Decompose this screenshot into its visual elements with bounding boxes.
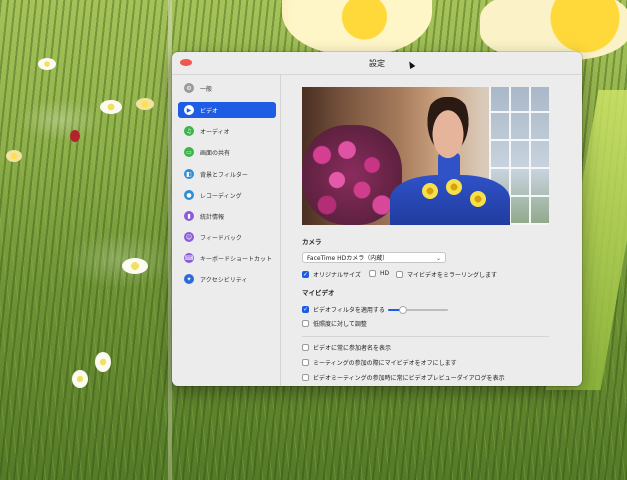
sidebar-item-label: 背景とフィルター: [200, 171, 248, 179]
video-camera-icon: ▶: [184, 105, 194, 115]
statistics-icon: ▮: [184, 211, 194, 221]
camera-preview: [302, 87, 549, 225]
divider: [302, 336, 549, 337]
original-size-label: オリジナルサイズ: [313, 272, 361, 279]
accessibility-icon: ✦: [184, 274, 194, 284]
mirror-video-checkbox[interactable]: [396, 271, 403, 278]
preview-flowers: [302, 125, 402, 225]
mirror-video-option[interactable]: マイビデオをミラーリングします: [396, 270, 497, 279]
show-names-checkbox[interactable]: [302, 344, 309, 351]
mirror-video-label: マイビデオをミラーリングします: [407, 272, 498, 279]
flower: [136, 98, 154, 110]
headphones-icon: ♫: [184, 126, 194, 136]
show-names-option[interactable]: ビデオに常に参加者名を表示: [302, 343, 391, 352]
camera-select-value: FaceTime HDカメラ（内蔵）: [307, 255, 389, 262]
sidebar-item[interactable]: ◧ 背景とフィルター: [178, 166, 276, 182]
sidebar-item-label: レコーディング: [200, 192, 242, 200]
turn-off-video-label: ミーティングの参加の際にマイビデオをオフにします: [313, 360, 457, 367]
sidebar-item[interactable]: ● レコーディング: [178, 187, 276, 203]
sidebar-item-label: フィードバック: [200, 234, 242, 242]
daffodil-flower: [480, 0, 627, 60]
sidebar-item-label: ビデオ: [200, 107, 219, 115]
preview-dialog-label: ビデオミーティングの参加時に常にビデオプレビューダイアログを表示: [313, 375, 505, 382]
flower: [100, 100, 122, 114]
preview-daffodil: [422, 183, 438, 199]
sidebar-item-label: アクセシビリティ: [200, 276, 248, 284]
sidebar-item-label: キーボードショートカット: [200, 255, 273, 263]
background-icon: ◧: [184, 169, 194, 179]
flower: [6, 150, 22, 162]
sidebar-item[interactable]: ♫ オーディオ: [178, 123, 276, 139]
flower: [38, 58, 56, 70]
sidebar-item[interactable]: ☺ フィードバック: [178, 229, 276, 245]
show-names-label: ビデオに常に参加者名を表示: [313, 345, 392, 352]
flower: [70, 130, 80, 142]
record-icon: ●: [184, 190, 194, 200]
preview-daffodil: [446, 179, 462, 195]
turn-off-video-checkbox[interactable]: [302, 359, 309, 366]
sidebar-item[interactable]: ▮ 統計情報: [178, 208, 276, 224]
low-light-label: 低照度に対して調整: [313, 321, 367, 328]
title-bar: 設定: [172, 52, 582, 75]
settings-window: 設定 ⚙ 一般 ▶ ビデオ ♫ オーディオ ▭ 画面の共有 ◧ 背景とフィルター ● レコーディング ▮…: [172, 52, 582, 386]
preview-dialog-option[interactable]: ビデオミーティングの参加時に常にビデオプレビューダイアログを表示: [302, 373, 505, 382]
turn-off-video-option[interactable]: ミーティングの参加の際にマイビデオをオフにします: [302, 358, 457, 367]
preview-daffodil: [470, 191, 486, 207]
camera-select[interactable]: FaceTime HDカメラ（内蔵） ⌄: [302, 252, 446, 263]
flower: [72, 370, 88, 388]
close-button[interactable]: [180, 59, 192, 66]
video-filter-option[interactable]: ✓ ビデオフィルタを適用する: [302, 305, 385, 314]
my-video-section-label: マイビデオ: [302, 289, 335, 297]
gear-icon: ⚙: [184, 83, 194, 93]
video-filter-checkbox[interactable]: ✓: [302, 306, 309, 313]
low-light-checkbox[interactable]: [302, 320, 309, 327]
sidebar-item-label: 一般: [200, 85, 213, 93]
hd-option[interactable]: HD: [369, 270, 389, 277]
preview-dialog-checkbox[interactable]: [302, 374, 309, 381]
original-size-checkbox[interactable]: ✓: [302, 271, 309, 278]
keyboard-icon: ⌨: [184, 253, 194, 263]
sidebar-item[interactable]: ⚙ 一般: [178, 80, 276, 96]
mouse-cursor-icon: [406, 59, 416, 70]
filter-level-slider[interactable]: [388, 306, 448, 314]
settings-sidebar: ⚙ 一般 ▶ ビデオ ♫ オーディオ ▭ 画面の共有 ◧ 背景とフィルター ● レコーディング ▮ 統計情…: [172, 74, 281, 386]
sidebar-item[interactable]: ▭ 画面の共有: [178, 144, 276, 160]
sidebar-item-label: オーディオ: [200, 128, 230, 136]
hd-checkbox[interactable]: [369, 270, 376, 277]
low-light-option[interactable]: 低照度に対して調整: [302, 319, 367, 328]
sidebar-item[interactable]: ▶ ビデオ: [178, 102, 276, 118]
feedback-icon: ☺: [184, 232, 194, 242]
sidebar-item[interactable]: ✦ アクセシビリティ: [178, 271, 276, 287]
hd-label: HD: [380, 270, 390, 277]
original-size-option[interactable]: ✓ オリジナルサイズ: [302, 270, 361, 279]
video-filter-label: ビデオフィルタを適用する: [313, 307, 385, 314]
flower: [95, 352, 111, 372]
sidebar-item-label: 統計情報: [200, 213, 225, 221]
slider-knob[interactable]: [399, 306, 407, 314]
sidebar-item[interactable]: ⌨ キーボードショートカット: [178, 250, 276, 266]
video-settings-panel: カメラ FaceTime HDカメラ（内蔵） ⌄ ✓ オリジナルサイズ HD マ…: [281, 74, 582, 386]
window-title: 設定: [369, 58, 385, 68]
flower: [122, 258, 148, 274]
screen-share-icon: ▭: [184, 147, 194, 157]
sidebar-item-label: 画面の共有: [200, 149, 231, 157]
chevron-down-icon: ⌄: [435, 255, 441, 262]
camera-section-label: カメラ: [302, 238, 322, 246]
preview-face: [424, 97, 472, 159]
